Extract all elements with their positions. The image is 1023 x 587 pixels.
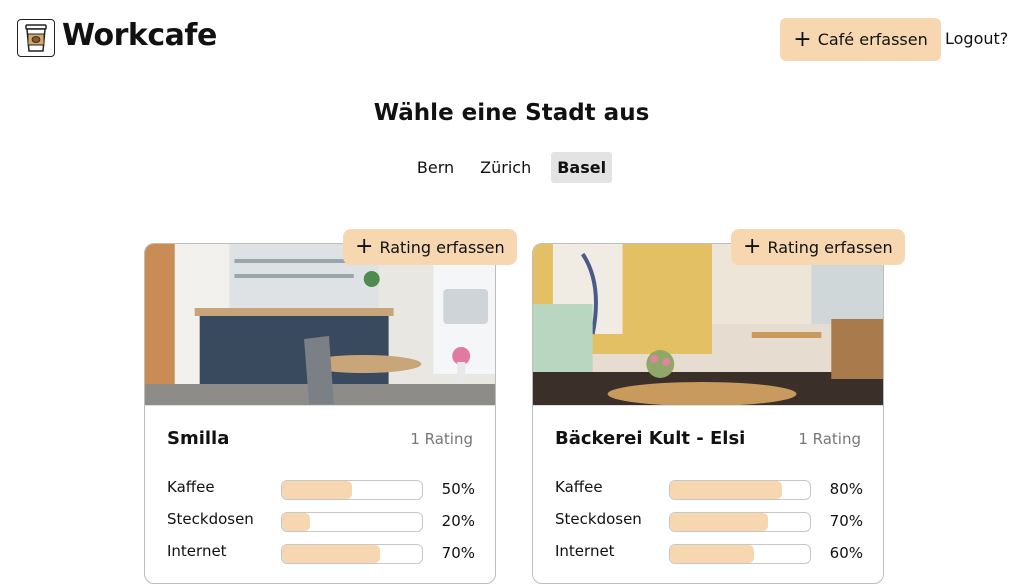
progress-bar <box>669 480 811 500</box>
metric-kaffee: Kaffee 80% <box>555 478 863 502</box>
metric-value: 50% <box>441 480 475 498</box>
plus-icon: + <box>793 26 812 52</box>
progress-fill <box>670 481 782 499</box>
cafe-photo <box>145 244 495 406</box>
city-basel[interactable]: Basel <box>551 152 613 183</box>
logo-coffee-cup-icon[interactable] <box>17 19 55 57</box>
metric-label: Kaffee <box>555 478 603 496</box>
progress-fill <box>282 481 352 499</box>
cafe-name: Bäckerei Kult - Elsi <box>555 428 746 449</box>
metric-label: Internet <box>167 542 227 560</box>
progress-bar <box>281 480 423 500</box>
add-rating-label: Rating erfassen <box>379 237 505 257</box>
rating-count: 1 Rating <box>410 430 473 448</box>
page-heading: Wähle eine Stadt aus <box>373 100 650 126</box>
progress-bar <box>281 544 423 564</box>
cafe-photo <box>533 244 883 406</box>
cafe-card[interactable]: Smilla 1 Rating Kaffee 50% Steckdosen 20… <box>144 243 496 584</box>
progress-fill <box>670 513 768 531</box>
city-zurich[interactable]: Zürich <box>474 152 537 183</box>
add-cafe-button[interactable]: + Café erfassen <box>780 18 941 61</box>
add-rating-button[interactable]: + Rating erfassen <box>731 229 905 265</box>
metric-label: Kaffee <box>167 478 215 496</box>
logout-link[interactable]: Logout? <box>945 29 1008 48</box>
add-rating-button[interactable]: + Rating erfassen <box>343 229 517 265</box>
metric-label: Internet <box>555 542 615 560</box>
rating-count: 1 Rating <box>798 430 861 448</box>
cafe-card[interactable]: Bäckerei Kult - Elsi 1 Rating Kaffee 80%… <box>532 243 884 584</box>
metric-steckdosen: Steckdosen 20% <box>167 510 475 534</box>
metric-value: 70% <box>829 512 863 530</box>
metric-value: 20% <box>441 512 475 530</box>
metric-value: 60% <box>829 544 863 562</box>
metric-label: Steckdosen <box>555 510 642 528</box>
city-selector: Bern Zürich Basel <box>0 152 1023 183</box>
add-rating-label: Rating erfassen <box>767 237 893 257</box>
cafe-name: Smilla <box>167 428 230 449</box>
metric-label: Steckdosen <box>167 510 254 528</box>
progress-bar <box>669 544 811 564</box>
metric-internet: Internet 60% <box>555 542 863 566</box>
metric-kaffee: Kaffee 50% <box>167 478 475 502</box>
progress-fill <box>282 513 310 531</box>
progress-bar <box>281 512 423 532</box>
progress-fill <box>670 545 754 563</box>
city-bern[interactable]: Bern <box>411 152 460 183</box>
metric-value: 80% <box>829 480 863 498</box>
metric-value: 70% <box>441 544 475 562</box>
progress-fill <box>282 545 380 563</box>
metric-internet: Internet 70% <box>167 542 475 566</box>
add-cafe-label: Café erfassen <box>817 30 928 49</box>
brand-title: Workcafe <box>62 18 217 53</box>
progress-bar <box>669 512 811 532</box>
metric-steckdosen: Steckdosen 70% <box>555 510 863 534</box>
plus-icon: + <box>743 234 762 259</box>
plus-icon: + <box>355 234 374 259</box>
